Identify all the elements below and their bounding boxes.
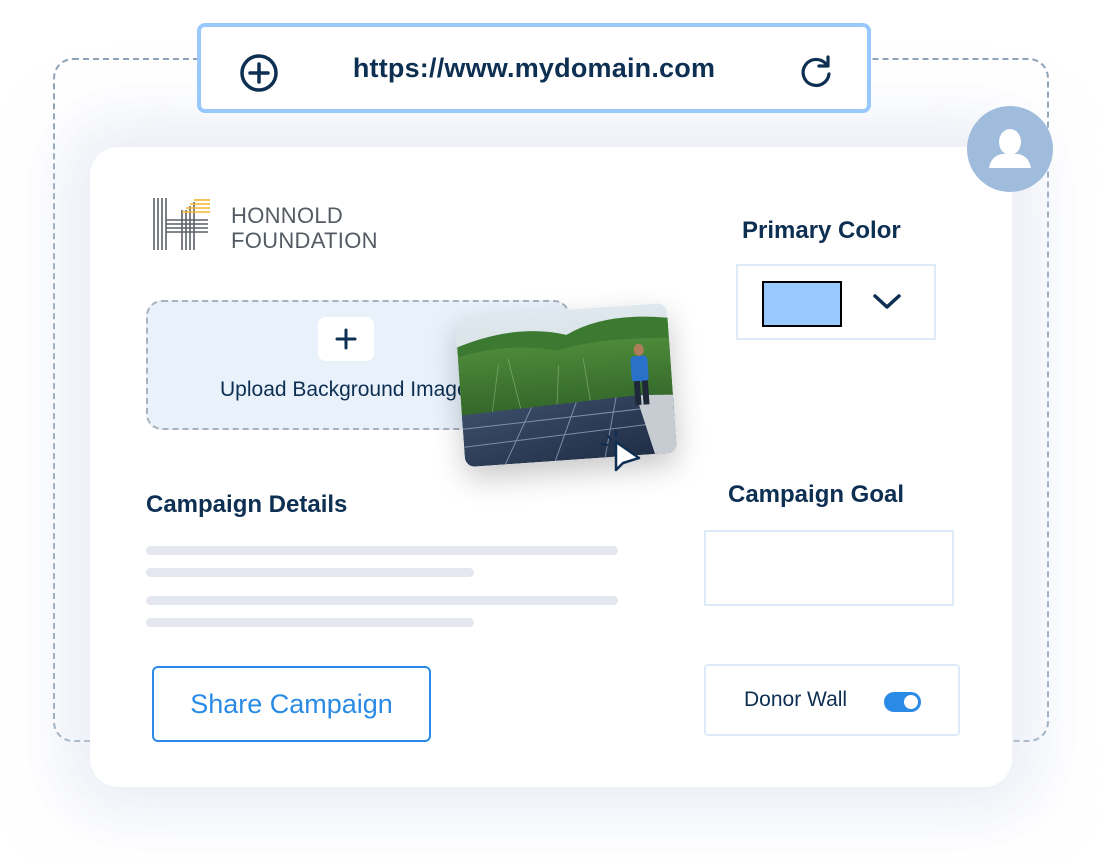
color-swatch	[762, 281, 842, 327]
campaign-goal-input[interactable]	[704, 530, 954, 606]
logo-line-1: HONNOLD	[231, 203, 344, 228]
url-text[interactable]: https://www.mydomain.com	[201, 53, 867, 84]
donor-wall-setting: Donor Wall	[704, 664, 960, 736]
campaign-goal-label: Campaign Goal	[728, 481, 905, 508]
user-avatar[interactable]	[967, 106, 1053, 192]
donor-wall-label: Donor Wall	[744, 688, 848, 711]
donor-wall-toggle[interactable]	[884, 692, 921, 712]
logo-line-2: FOUNDATION	[231, 228, 378, 253]
placeholder-line	[146, 618, 474, 627]
share-campaign-button[interactable]: Share Campaign	[152, 666, 431, 742]
placeholder-line	[146, 546, 618, 555]
placeholder-line	[146, 568, 474, 577]
upload-label: Upload Background Image	[220, 378, 469, 401]
primary-color-label: Primary Color	[742, 217, 901, 244]
upload-plus-button[interactable]	[318, 317, 374, 361]
reload-icon[interactable]	[797, 52, 835, 90]
honnold-logo-mark	[152, 196, 212, 252]
chevron-down-icon	[872, 293, 902, 316]
placeholder-line	[146, 596, 618, 605]
url-bar[interactable]: https://www.mydomain.com	[197, 23, 871, 113]
toggle-knob	[904, 695, 918, 709]
primary-color-select[interactable]	[736, 264, 936, 340]
user-avatar-icon	[989, 129, 1031, 168]
pointer-cursor-icon	[598, 428, 644, 478]
plus-icon	[335, 328, 357, 350]
logo-wordmark: HONNOLD FOUNDATION	[231, 203, 378, 253]
campaign-details-label: Campaign Details	[146, 491, 348, 518]
